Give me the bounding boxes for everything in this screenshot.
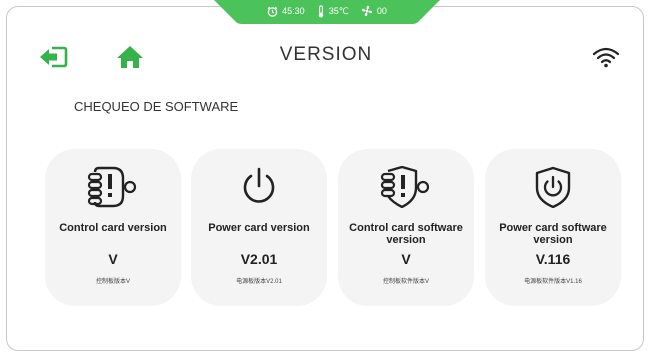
page-title: VERSION: [279, 44, 373, 65]
wifi-button[interactable]: [592, 46, 620, 68]
section-title: CHEQUEO DE SOFTWARE: [74, 99, 239, 114]
card-name: Power card software version: [499, 222, 607, 246]
control-card-software-version-card[interactable]: Control card software version V 控制板软件版本V: [338, 149, 474, 306]
alarm-clock-icon: [267, 6, 278, 17]
temperature-status: 35℃: [317, 4, 349, 18]
card-subtitle: 控制板软件版本V: [382, 279, 429, 285]
fan-value: 00: [376, 6, 387, 16]
card-subtitle: 电源板版本V2.01: [236, 279, 282, 285]
timer-status: 45:30: [267, 6, 305, 17]
card-name: Control card version: [59, 222, 167, 234]
temperature-value: 35℃: [328, 5, 349, 16]
power-icon: [243, 167, 275, 203]
power-card-software-version-card[interactable]: Power card software version V.116 电源板软件版…: [485, 149, 621, 306]
timer-value: 45:30: [282, 6, 305, 16]
control-card-version-card[interactable]: Control card version V 控制板版本V: [45, 149, 181, 306]
card-value: V2.01: [240, 251, 278, 267]
shield-chip-icon: [380, 166, 430, 208]
status-bar: 45:30 35℃ 00: [214, 0, 440, 26]
chip-plug-icon: [87, 166, 137, 208]
card-subtitle: 控制板版本V: [95, 279, 130, 285]
card-value: V: [108, 251, 118, 267]
thermometer-icon: [318, 4, 323, 17]
fan-icon: [361, 5, 372, 17]
card-value: V: [401, 251, 411, 267]
wifi-icon: [592, 47, 620, 68]
card-subtitle: 电源板软件版本V1.16: [524, 279, 582, 285]
card-name: Power card version: [208, 222, 310, 234]
power-card-version-card[interactable]: Power card version V2.01 电源板版本V2.01: [191, 149, 327, 306]
card-value: V.116: [535, 251, 571, 267]
card-name: Control card software version: [349, 222, 463, 246]
fan-status: 00: [361, 5, 387, 17]
shield-power-icon: [535, 166, 571, 208]
